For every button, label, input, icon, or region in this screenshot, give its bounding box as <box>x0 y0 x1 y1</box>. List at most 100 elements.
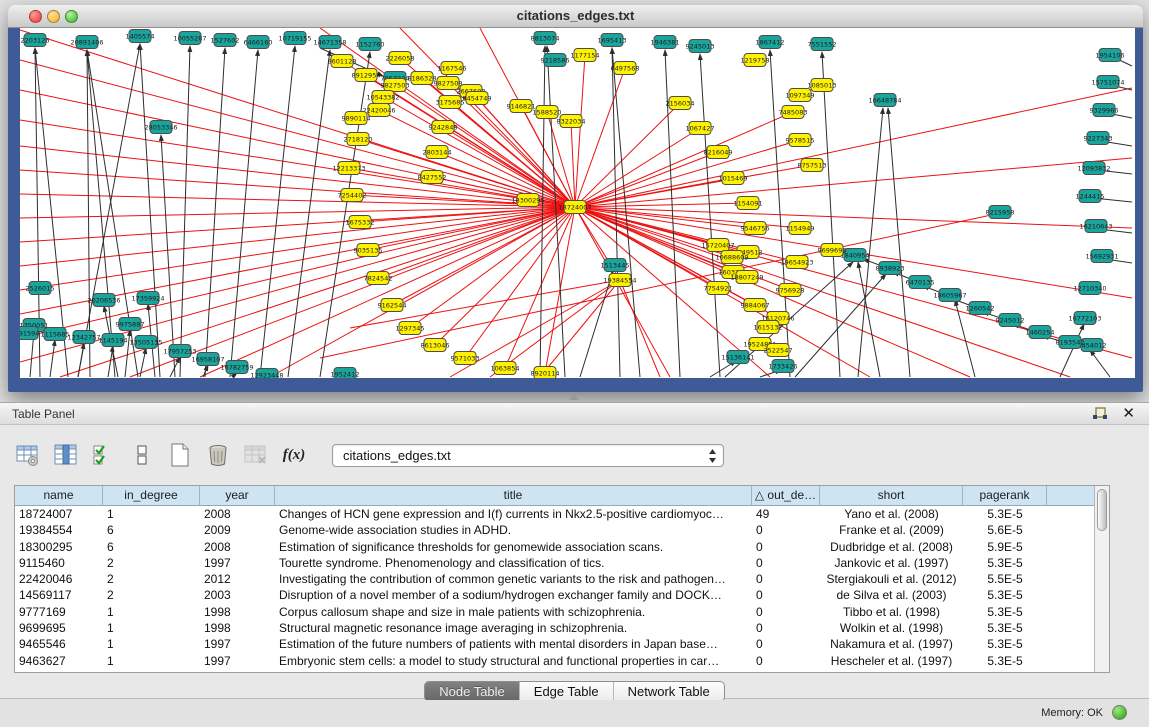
memory-status-led[interactable] <box>1112 705 1127 720</box>
cell-pagerank[interactable]: 5.9E-5 <box>963 539 1047 555</box>
graph-node[interactable]: 10543382 <box>366 91 399 104</box>
table-row[interactable]: 946554611997Estimation of the future num… <box>15 636 1109 652</box>
graph-edge[interactable] <box>161 135 175 377</box>
graph-node[interactable]: 1952412 <box>331 368 360 379</box>
graph-node[interactable]: 1405574 <box>126 30 155 43</box>
select-columns-icon[interactable] <box>52 441 80 469</box>
graph-node[interactable]: 8920114 <box>531 367 560 379</box>
cell-title[interactable]: Genome-wide association studies in ADHD. <box>275 522 752 538</box>
graph-edge[interactable] <box>320 52 370 377</box>
graph-node[interactable]: 6470135 <box>906 276 935 289</box>
column-header-pagerank[interactable]: pagerank <box>963 486 1047 505</box>
graph-node[interactable]: 8322034 <box>557 115 586 128</box>
graph-node[interactable]: 16210643 <box>1079 220 1112 233</box>
graph-edge[interactable] <box>205 48 225 377</box>
graph-node[interactable]: 2203126 <box>21 34 50 47</box>
table-row[interactable]: 911546021997Tourette syndrome. Phenomeno… <box>15 555 1109 571</box>
graph-node[interactable]: 9756928 <box>776 284 805 297</box>
splitter-handle[interactable] <box>569 394 579 400</box>
float-panel-icon[interactable] <box>1091 406 1109 422</box>
graph-edge[interactable] <box>260 46 295 377</box>
table-row[interactable]: 1830029562008Estimation of significance … <box>15 539 1109 555</box>
graph-node[interactable]: 8454749 <box>463 92 492 105</box>
graph-node[interactable]: 15720407 <box>701 239 734 252</box>
cell-title[interactable]: Disruption of a novel member of a sodium… <box>275 587 752 603</box>
graph-node[interactable]: 10055287 <box>173 32 206 45</box>
graph-node[interactable]: 1219758 <box>741 54 770 67</box>
column-header-short[interactable]: short <box>820 486 963 505</box>
graph-node[interactable]: 1145194 <box>99 334 128 347</box>
graph-node[interactable]: 8427552 <box>418 171 447 184</box>
graph-node[interactable]: 391594 <box>20 327 39 340</box>
cell-name[interactable]: 19384554 <box>15 522 103 538</box>
table-row[interactable]: 946362711997Embryonic stem cells: a mode… <box>15 653 1109 669</box>
graph-node[interactable]: 2718120 <box>344 133 373 146</box>
graph-node[interactable]: 9162544 <box>378 299 407 312</box>
table-row[interactable]: 969969511998Structural magnetic resonanc… <box>15 620 1109 636</box>
graph-edge[interactable] <box>505 207 575 368</box>
graph-node[interactable]: 8938923 <box>876 262 905 275</box>
cell-year[interactable]: 1997 <box>200 636 275 652</box>
graph-node[interactable]: 1152760 <box>356 38 385 51</box>
graph-node[interactable]: 20206536 <box>87 294 120 307</box>
tab-network-table[interactable]: Network Table <box>614 682 724 701</box>
graph-edge[interactable] <box>822 52 840 377</box>
cell-out_de[interactable]: 0 <box>752 653 820 669</box>
cell-name[interactable]: 9699695 <box>15 620 103 636</box>
graph-node[interactable]: 17359924 <box>131 292 164 305</box>
rows-mode-icon[interactable] <box>128 441 156 469</box>
cell-in_degree[interactable]: 1 <box>103 653 200 669</box>
graph-edge[interactable] <box>795 274 886 377</box>
graph-node[interactable]: 8813074 <box>531 32 560 45</box>
graph-node[interactable]: 9827503 <box>381 79 410 92</box>
graph-edge[interactable] <box>108 346 113 377</box>
graph-node[interactable]: 6466160 <box>244 36 273 49</box>
graph-node[interactable]: 6497568 <box>611 62 640 75</box>
graph-node[interactable]: 12342757 <box>67 331 100 344</box>
cell-short[interactable]: Stergiakouli et al. (2012) <box>820 571 963 587</box>
graph-node[interactable]: 9329966 <box>1090 104 1119 117</box>
table-row[interactable]: 2242004622012Investigating the contribut… <box>15 571 1109 587</box>
cell-name[interactable]: 9115460 <box>15 555 103 571</box>
graph-edge[interactable] <box>20 207 575 290</box>
column-header-year[interactable]: year <box>200 486 275 505</box>
cell-year[interactable]: 1998 <box>200 620 275 636</box>
table-selector-dropdown[interactable]: citations_edges.txt <box>332 444 724 467</box>
cell-out_de[interactable]: 0 <box>752 539 820 555</box>
graph-node[interactable]: 1154091 <box>734 197 763 210</box>
cell-name[interactable]: 14569117 <box>15 587 103 603</box>
table-vertical-scrollbar[interactable] <box>1094 486 1109 672</box>
graph-node[interactable]: 10719155 <box>278 32 311 45</box>
cell-year[interactable]: 1998 <box>200 604 275 620</box>
graph-node[interactable]: 10688609 <box>715 251 748 264</box>
graph-edge[interactable] <box>465 207 575 358</box>
graph-node[interactable]: 2803144 <box>423 146 452 159</box>
graph-node[interactable]: 12923448 <box>250 369 283 379</box>
cell-in_degree[interactable]: 1 <box>103 506 200 522</box>
function-builder-icon[interactable]: f(x) <box>280 441 308 469</box>
table-settings-icon[interactable] <box>14 441 42 469</box>
graph-node[interactable]: 9890114 <box>342 112 371 125</box>
graph-node[interactable]: 8613046 <box>421 339 450 352</box>
column-header-title[interactable]: title <box>275 486 752 505</box>
graph-node[interactable]: 9699695 <box>818 244 847 257</box>
graph-node[interactable]: 2226058 <box>386 52 415 65</box>
cell-name[interactable]: 18300295 <box>15 539 103 555</box>
graph-node[interactable]: 9578515 <box>786 134 815 147</box>
cell-title[interactable]: Corpus callosum shape and size in male p… <box>275 604 752 620</box>
cell-in_degree[interactable]: 6 <box>103 522 200 538</box>
graph-node[interactable]: 9146821 <box>507 100 536 113</box>
graph-edge[interactable] <box>580 271 613 377</box>
graph-edge[interactable] <box>620 280 660 377</box>
cell-short[interactable]: Dudbridge et al. (2008) <box>820 539 963 555</box>
graph-edge[interactable] <box>1090 350 1110 377</box>
graph-node[interactable]: 7551552 <box>808 38 837 51</box>
cell-short[interactable]: Yano et al. (2008) <box>820 506 963 522</box>
cell-title[interactable]: Tourette syndrome. Phenomenology and cla… <box>275 555 752 571</box>
graph-node[interactable]: 28053346 <box>144 121 177 134</box>
cell-year[interactable]: 2012 <box>200 571 275 587</box>
graph-node[interactable]: 9884067 <box>741 299 770 312</box>
graph-node[interactable]: 7485083 <box>779 106 808 119</box>
graph-edge[interactable] <box>180 46 190 377</box>
graph-edge[interactable] <box>540 280 620 377</box>
